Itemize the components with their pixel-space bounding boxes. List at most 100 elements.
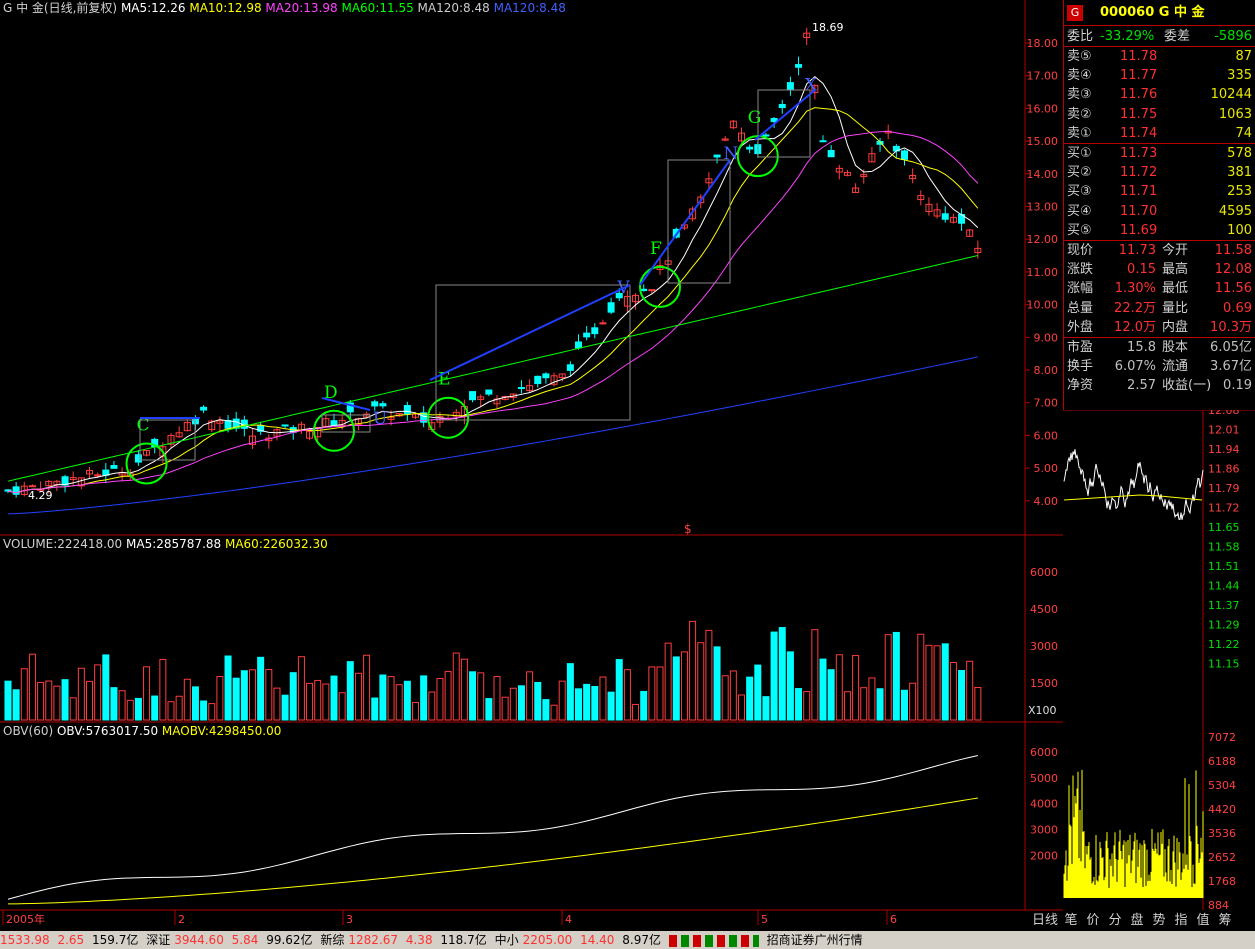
high-price-label: 18.69: [812, 21, 844, 34]
stock-code-row: G 000060 G 中 金: [1064, 2, 1255, 24]
tab-1[interactable]: 笔: [1060, 910, 1082, 932]
candle: [819, 140, 827, 143]
buy-price: 11.72: [1120, 165, 1158, 181]
volume-bar: [330, 675, 338, 721]
volume-bar: [240, 670, 248, 721]
sell-row: 卖⑤ 11.78 87: [1064, 47, 1255, 66]
candle: [762, 134, 770, 137]
sell-volume: 1063: [1218, 106, 1252, 122]
volume-bar: [746, 676, 754, 721]
stats-value: 11.73: [1118, 243, 1156, 258]
volume-bar: [534, 681, 542, 721]
price-axis-label: 18.00: [1027, 37, 1059, 50]
fund-value: 6.07%: [1114, 359, 1156, 375]
intraday-price-label: 11.72: [1208, 502, 1240, 515]
x-axis-label: 6: [890, 913, 897, 926]
weicha-label: 委差: [1164, 29, 1191, 44]
sell-row: 卖① 11.74 74: [1064, 124, 1255, 143]
volume-bar: [640, 690, 648, 721]
candle: [778, 104, 786, 109]
volume-bar: [232, 677, 240, 721]
candle: [786, 82, 794, 91]
candle: [534, 375, 542, 385]
volume-bar: [762, 696, 770, 721]
stats-row: 涨跌 0.15 最高 12.08: [1064, 260, 1255, 279]
sh-amount: 159.7亿: [92, 933, 139, 947]
price-axis-label: 17.00: [1027, 70, 1059, 83]
buy-volume: 4595: [1218, 203, 1252, 219]
xz-change: 4.38: [405, 933, 433, 947]
stats-row: 总量 22.2万 量比 0.69: [1064, 299, 1255, 318]
stats-row: 涨幅 1.30% 最低 11.56: [1064, 279, 1255, 298]
sz-amount: 99.62亿: [266, 933, 313, 947]
fund-value: 2.57: [1127, 378, 1156, 394]
fund-row: 净资 2.57 收益(一) 0.19: [1064, 376, 1255, 395]
tab-0[interactable]: 日线: [1030, 910, 1060, 932]
volume-bar: [200, 700, 208, 721]
stats-value: 1.30%: [1114, 281, 1156, 297]
tab-6[interactable]: 指: [1170, 910, 1192, 932]
volume-bar: [892, 631, 900, 721]
candle: [28, 485, 36, 488]
sz-index: 3944.60: [174, 933, 224, 947]
volume-bar: [134, 697, 142, 721]
buy-label: 买⑤: [1067, 222, 1092, 238]
volume-axis-label: 3000: [1030, 640, 1058, 653]
volume-bar: [403, 680, 411, 721]
candle: [200, 406, 208, 411]
intraday-price-label: 11.65: [1208, 521, 1240, 534]
buy-row: 买③ 11.71 253: [1064, 182, 1255, 201]
buy-label: 买②: [1067, 165, 1092, 181]
candle: [403, 404, 411, 415]
broker-name: 招商证券广州行情: [766, 933, 863, 947]
volume-bar: [958, 669, 966, 721]
volume-bar: [281, 694, 289, 721]
volume-bar: [346, 661, 354, 721]
candle: [4, 489, 12, 492]
volume-bar: [713, 646, 721, 721]
candle: [566, 364, 574, 371]
candle: [795, 64, 803, 68]
price-axis-label: 8.00: [1034, 364, 1059, 377]
candle: [281, 424, 289, 427]
volume-bar: [575, 688, 582, 721]
maobv-value: MAOBV:4298450.00: [161, 724, 282, 738]
obv-value: OBV:5763017.50: [56, 724, 159, 738]
sell-row: 卖④ 11.77 335: [1064, 66, 1255, 85]
tab-5[interactable]: 势: [1148, 910, 1170, 932]
sell-row: 卖② 11.75 1063: [1064, 105, 1255, 124]
volume-bar: [591, 685, 599, 721]
volume-bar: [4, 680, 12, 721]
intraday-price-label: 11.15: [1208, 658, 1240, 671]
volume-bar: [754, 664, 762, 721]
stats-value: 22.2万: [1114, 300, 1156, 316]
fund-label: 股本: [1162, 340, 1189, 355]
tab-3[interactable]: 分: [1104, 910, 1126, 932]
buy-label: 买①: [1067, 146, 1092, 161]
stats-label: 内盘: [1162, 319, 1189, 335]
volume-bar: [795, 688, 803, 721]
volume-bar: [224, 655, 232, 721]
center-mark: $: [684, 522, 692, 536]
fund-label: 流通: [1162, 359, 1189, 375]
stats-label: 涨跌: [1067, 262, 1094, 278]
tab-7[interactable]: 值: [1192, 910, 1214, 932]
stats-value: 12.0万: [1114, 319, 1156, 335]
stats-row: 现价 11.73 今开 11.58: [1064, 241, 1255, 260]
tab-8[interactable]: 筹: [1214, 910, 1236, 932]
intraday-volume-label: 2652: [1208, 851, 1236, 864]
price-axis-label: 11.00: [1027, 266, 1059, 279]
sell-price: 11.74: [1120, 125, 1158, 141]
sell-volume: 10244: [1210, 87, 1252, 103]
obv-title: OBV(60): [3, 724, 54, 738]
sh-change: 2.65: [57, 933, 85, 947]
divider: [1064, 25, 1255, 26]
tab-4[interactable]: 盘: [1126, 910, 1148, 932]
x-axis-label: 5: [761, 913, 768, 926]
tab-2[interactable]: 价: [1082, 910, 1104, 932]
volume-bar: [615, 659, 623, 721]
obv-axis-label: 4000: [1030, 798, 1058, 811]
stats-value: 11.58: [1214, 243, 1252, 258]
weibi-label: 委比: [1067, 29, 1094, 44]
sell-volume: 74: [1235, 125, 1252, 141]
